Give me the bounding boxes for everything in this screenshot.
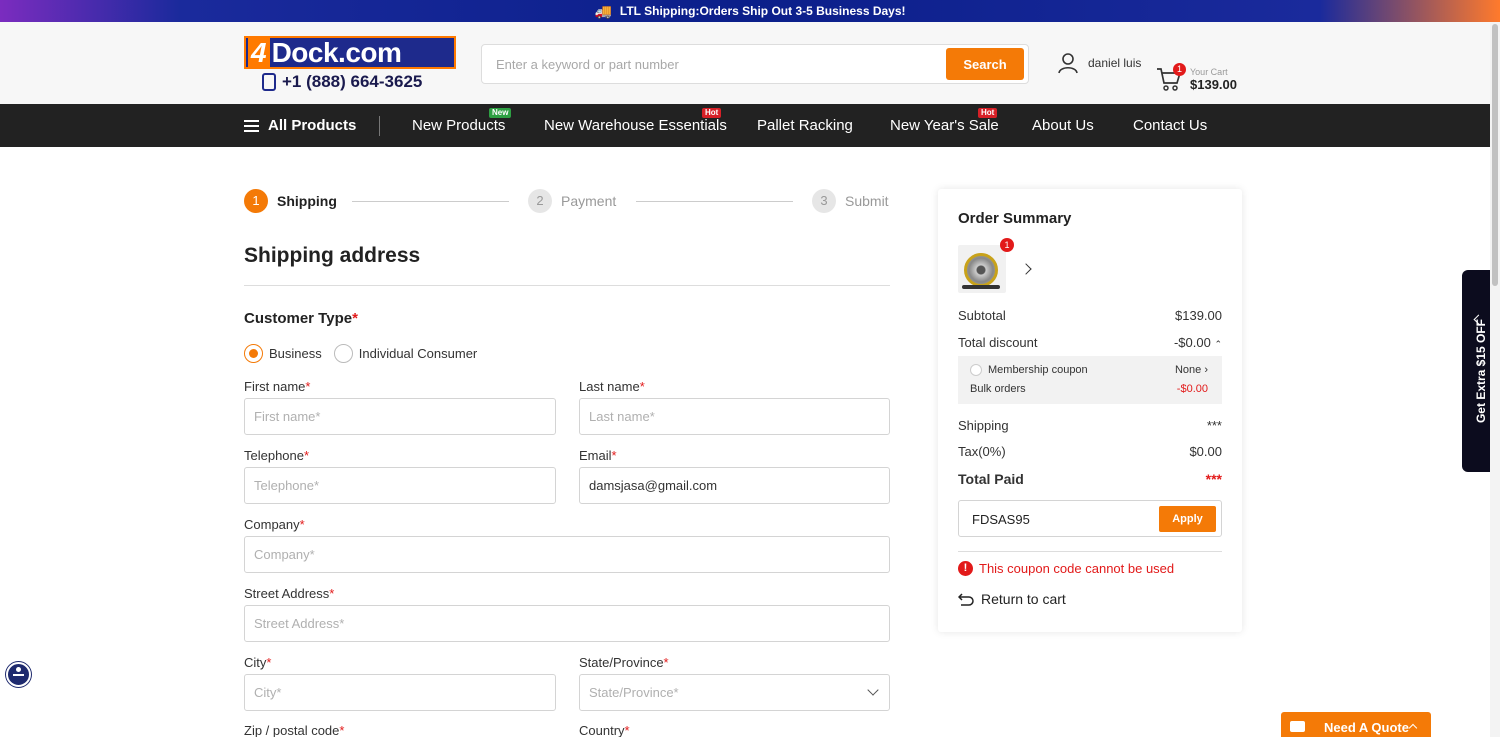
business-label[interactable]: Business — [269, 346, 322, 361]
need-a-quote-button[interactable]: Need A Quote — [1281, 712, 1431, 737]
user-name: daniel luis — [1088, 56, 1142, 70]
nav-new-years-sale[interactable]: New Year's Sale Hot — [890, 104, 999, 147]
state-select[interactable]: State/Province* — [579, 674, 890, 711]
divider — [244, 285, 890, 286]
first-name-field[interactable] — [244, 398, 556, 435]
total-row: Total Paid *** — [958, 471, 1222, 487]
coupon-box: Apply — [958, 500, 1222, 537]
nav-all-products[interactable]: All Products — [244, 104, 356, 147]
email-label: Email* — [579, 448, 617, 463]
step-payment: 2 Payment — [528, 189, 616, 213]
shipping-banner: 🚚 LTL Shipping:Orders Ship Out 3-5 Busin… — [0, 0, 1500, 22]
order-summary-title: Order Summary — [958, 210, 1072, 227]
street-address-field[interactable] — [244, 605, 890, 642]
chevron-right-icon[interactable] — [1020, 263, 1032, 275]
chevron-right-icon: › — [1204, 364, 1208, 377]
search-input[interactable] — [496, 54, 916, 74]
cart-button[interactable]: 1 Your Cart $139.00 — [1156, 63, 1237, 92]
street-address-label: Street Address* — [244, 586, 335, 601]
apply-coupon-button[interactable]: Apply — [1159, 506, 1216, 532]
accessibility-icon[interactable] — [6, 662, 31, 687]
new-badge: New — [489, 108, 512, 118]
coupon-error: ! This coupon code cannot be used — [958, 561, 1174, 576]
last-name-label: Last name* — [579, 379, 645, 394]
checkout-steps: 1 Shipping 2 Payment 3 Submit — [244, 189, 890, 213]
truck-icon: 🚚 — [594, 2, 612, 19]
last-name-field[interactable] — [579, 398, 890, 435]
search-button[interactable]: Search — [946, 48, 1024, 80]
first-name-label: First name* — [244, 379, 311, 394]
return-to-cart-link[interactable]: Return to cart — [958, 591, 1066, 607]
city-field[interactable] — [244, 674, 556, 711]
customer-type-options: Business Individual Consumer — [244, 344, 477, 363]
customer-type-heading: Customer Type* — [244, 310, 358, 327]
page-title: Shipping address — [244, 244, 421, 267]
cart-icon: 1 — [1156, 63, 1186, 92]
zip-label: Zip / postal code* — [244, 723, 345, 737]
cart-total: $139.00 — [1190, 76, 1237, 92]
search-bar: Search — [481, 44, 1029, 84]
step-connector — [636, 201, 793, 202]
nav-divider — [379, 116, 380, 136]
coupon-input[interactable] — [972, 510, 1122, 528]
item-qty-badge: 1 — [1000, 238, 1014, 252]
email-field[interactable] — [579, 467, 890, 504]
page-scrollbar[interactable] — [1490, 22, 1500, 737]
business-radio[interactable] — [244, 344, 263, 363]
divider — [958, 551, 1222, 552]
company-field[interactable] — [244, 536, 890, 573]
individual-consumer-label[interactable]: Individual Consumer — [359, 346, 478, 361]
main-nav: All Products New Products New New Wareho… — [0, 104, 1500, 147]
site-logo[interactable]: 4 Dock.com +1 (888) 664-3625 — [244, 36, 456, 92]
country-label: Country* — [579, 723, 630, 737]
nav-pallet-racking[interactable]: Pallet Racking — [757, 104, 853, 147]
telephone-label: Telephone* — [244, 448, 310, 463]
telephone-field[interactable] — [244, 467, 556, 504]
chevron-up-icon — [1408, 723, 1418, 733]
state-label: State/Province* — [579, 655, 669, 670]
discount-details: Membership coupon None › Bulk orders -$0… — [958, 356, 1222, 404]
banner-text: LTL Shipping:Orders Ship Out 3-5 Busines… — [619, 4, 906, 18]
chevron-up-icon: ⌃ — [1214, 339, 1222, 349]
phone-number[interactable]: +1 (888) 664-3625 — [244, 72, 456, 92]
membership-coupon-row[interactable]: Membership coupon None › — [970, 364, 1208, 377]
subtotal-row: Subtotal $139.00 — [958, 308, 1222, 323]
step-shipping: 1 Shipping — [244, 189, 337, 213]
membership-radio[interactable] — [970, 364, 982, 377]
cart-label: Your Cart — [1190, 66, 1228, 77]
site-header: 4Dock.com +1 (888) 664-3625 Search danie… — [0, 22, 1500, 104]
chat-icon — [1290, 721, 1305, 732]
discount-row[interactable]: Total discount -$0.00 ⌃ — [958, 335, 1222, 350]
return-icon — [958, 593, 974, 606]
chevron-down-icon — [867, 684, 879, 696]
scrollbar-thumb[interactable] — [1492, 24, 1498, 286]
user-icon — [1058, 53, 1078, 74]
bulk-orders-row: Bulk orders -$0.00 — [970, 383, 1208, 395]
step-submit: 3 Submit — [812, 189, 889, 213]
nav-about-us[interactable]: About Us — [1032, 104, 1094, 147]
product-thumbnail[interactable] — [958, 245, 1006, 293]
order-summary: Order Summary 1 Subtotal $139.00 Total d… — [938, 189, 1242, 632]
nav-new-warehouse-essentials[interactable]: New Warehouse Essentials Hot — [544, 104, 727, 147]
nav-new-products[interactable]: New Products New — [412, 104, 512, 147]
city-label: City* — [244, 655, 272, 670]
individual-consumer-radio[interactable] — [333, 344, 353, 363]
phone-icon — [262, 73, 276, 91]
cart-count-badge: 1 — [1173, 63, 1186, 76]
shipping-row: Shipping *** — [958, 418, 1222, 433]
tax-row: Tax(0%) $0.00 — [958, 444, 1222, 459]
company-label: Company* — [244, 517, 305, 532]
user-account[interactable]: daniel luis — [1057, 52, 1141, 74]
step-connector — [352, 201, 509, 202]
nav-contact-us[interactable]: Contact Us — [1133, 104, 1207, 147]
hot-badge: Hot — [978, 108, 998, 118]
hot-badge: Hot — [702, 108, 722, 118]
menu-icon — [244, 119, 259, 132]
error-icon: ! — [958, 561, 973, 576]
fan-image — [964, 253, 998, 287]
